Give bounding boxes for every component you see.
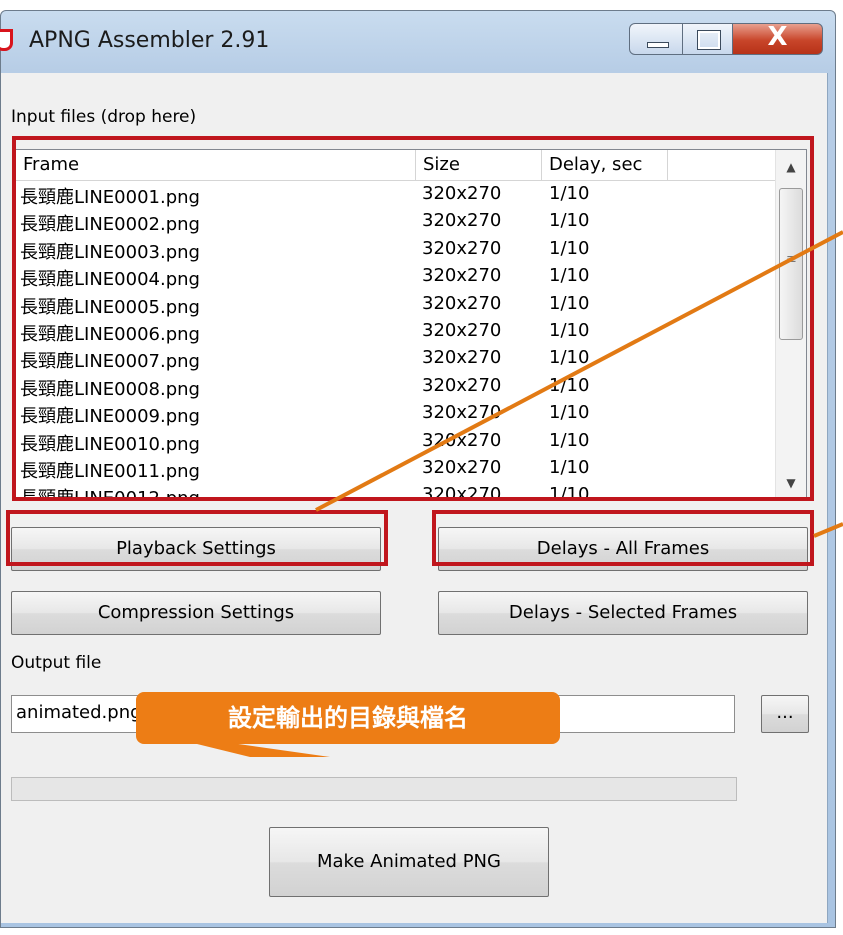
pointer-line-playback [315, 230, 843, 512]
annotation-overlay [140, 230, 843, 757]
output-callout: 設定輸出的目錄與檔名 [136, 692, 560, 744]
pointer-line-delays [813, 522, 843, 538]
